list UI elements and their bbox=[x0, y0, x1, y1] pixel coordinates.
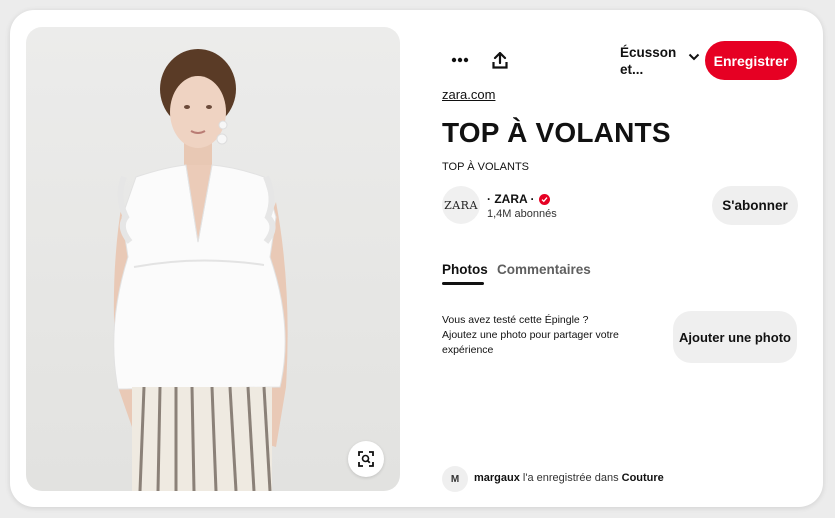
saver-avatar[interactable]: M bbox=[442, 466, 468, 492]
tab-comments[interactable]: Commentaires bbox=[497, 262, 591, 277]
pin-card: Écusson et... Enregistrer zara.com TOP À… bbox=[10, 10, 823, 507]
saved-by-text: l'a enregistrée dans bbox=[519, 472, 622, 484]
tried-question: Vous avez testé cette Épingle ? bbox=[442, 314, 589, 326]
active-tab-indicator bbox=[442, 282, 484, 285]
pin-title: TOP À VOLANTS bbox=[442, 117, 671, 148]
board-selector[interactable]: Écusson et... bbox=[620, 43, 700, 83]
pin-image[interactable] bbox=[26, 27, 400, 491]
follower-count: 1,4M abonnés bbox=[487, 208, 557, 220]
tried-prompt: Vous avez testé cette Épingle ? Ajoutez … bbox=[442, 313, 662, 358]
more-options-button[interactable] bbox=[444, 44, 476, 76]
pin-details-panel: Écusson et... Enregistrer zara.com TOP À… bbox=[442, 10, 802, 507]
verified-icon bbox=[538, 193, 550, 205]
chevron-down-icon bbox=[688, 53, 700, 61]
add-photo-button[interactable]: Ajouter une photo bbox=[673, 311, 797, 363]
follow-button[interactable]: S'abonner bbox=[712, 186, 798, 225]
tried-hint: Ajoutez une photo pour partager votre ex… bbox=[442, 329, 619, 356]
saved-board-name[interactable]: Couture bbox=[622, 472, 664, 484]
tab-photos[interactable]: Photos bbox=[442, 262, 488, 277]
creator-avatar[interactable]: ZARA bbox=[442, 186, 480, 224]
upload-share-icon bbox=[492, 51, 508, 69]
more-horizontal-icon bbox=[451, 57, 469, 63]
pin-photo-illustration bbox=[113, 49, 288, 491]
share-button[interactable] bbox=[484, 44, 516, 76]
board-selector-label: Écusson et... bbox=[620, 45, 677, 77]
save-button[interactable]: Enregistrer bbox=[705, 41, 797, 80]
saved-by-line: margaux l'a enregistrée dans Couture bbox=[474, 472, 664, 484]
visual-search-button[interactable] bbox=[348, 441, 384, 477]
source-link[interactable]: zara.com bbox=[442, 87, 495, 102]
lens-search-icon bbox=[358, 451, 374, 467]
pin-description: TOP À VOLANTS bbox=[442, 161, 530, 173]
creator-name-row[interactable]: · ZARA · bbox=[487, 192, 550, 206]
saver-name[interactable]: margaux bbox=[474, 472, 520, 484]
creator-name: · ZARA · bbox=[487, 192, 535, 206]
